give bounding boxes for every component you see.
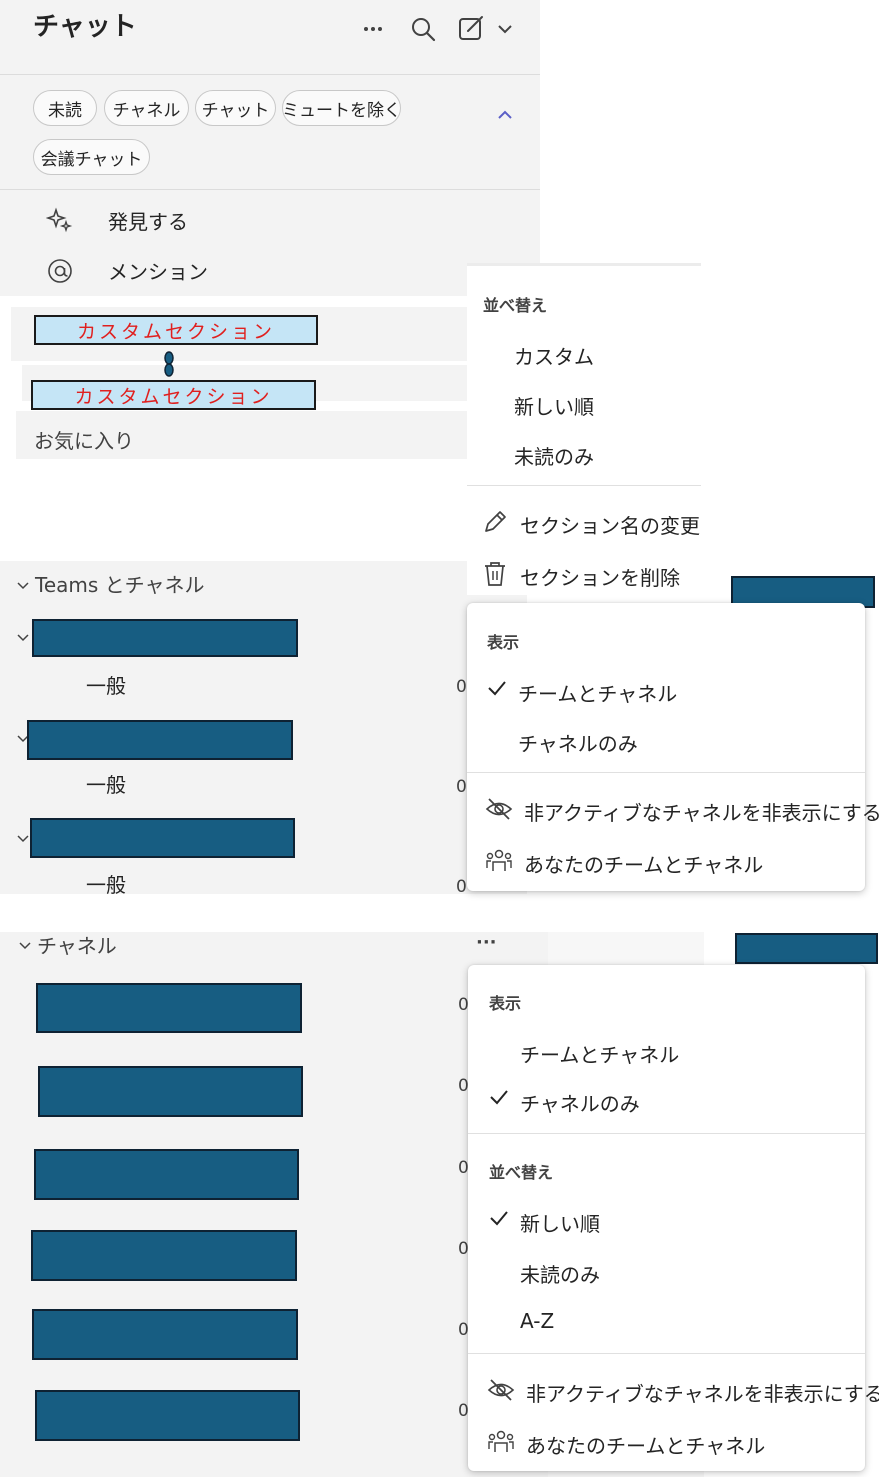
channel-name-redacted[interactable] <box>32 1309 298 1360</box>
channels-menu-divider <box>468 1353 865 1354</box>
nav-discover[interactable]: 発見する <box>108 212 188 232</box>
more-options-icon[interactable] <box>358 14 388 44</box>
trash-icon <box>480 559 510 589</box>
channels-menu-divider <box>468 1133 865 1134</box>
favorites-label[interactable]: お気に入り <box>34 431 134 451</box>
channel-name-redacted[interactable] <box>34 1149 299 1200</box>
filter-meeting-chats[interactable]: 会議チャット <box>33 139 150 175</box>
chevron-down-icon[interactable] <box>494 18 516 40</box>
custom-section-label-1[interactable]: カスタムセクション <box>34 315 318 345</box>
channel-general[interactable]: 一般 <box>86 676 126 696</box>
channels-menu-sort-newest[interactable]: 新しい順 <box>520 1208 600 1237</box>
filter-exclude-muted[interactable]: ミュートを除く <box>282 90 401 126</box>
channels-more-options[interactable]: ··· <box>476 934 497 952</box>
new-chat-icon[interactable] <box>456 13 488 45</box>
channel-name-redacted[interactable] <box>31 1230 297 1281</box>
teams-menu-your-teams[interactable]: あなたのチームとチャネル <box>524 849 763 878</box>
eye-off-icon <box>486 1375 516 1405</box>
channel-name-redacted[interactable] <box>38 1066 303 1117</box>
channels-menu-your-teams[interactable]: あなたのチームとチャネル <box>526 1430 765 1459</box>
connector-dots <box>162 349 176 379</box>
search-icon[interactable] <box>408 14 438 44</box>
checkmark-icon <box>488 1086 510 1108</box>
teams-menu-channels-only[interactable]: チャネルのみ <box>518 728 638 757</box>
eye-off-icon <box>484 794 514 824</box>
checkmark-icon <box>488 1207 510 1229</box>
section-menu-delete[interactable]: セクションを削除 <box>520 562 680 591</box>
channels-menu-teams-and-channels[interactable]: チームとチャネル <box>520 1039 679 1068</box>
at-icon <box>46 257 74 285</box>
channels-section-title[interactable]: チャネル <box>37 936 117 956</box>
people-team-icon <box>486 1427 516 1457</box>
custom-section-label-2[interactable]: カスタムセクション <box>31 380 316 410</box>
teams-section-title[interactable]: Teams とチャネル <box>35 575 204 595</box>
channel-general[interactable]: 一般 <box>86 775 126 795</box>
channels-menu-sort-unread[interactable]: 未読のみ <box>520 1259 600 1288</box>
channel-general[interactable]: 一般 <box>86 875 126 895</box>
channels-menu-hide-inactive[interactable]: 非アクティブなチャネルを非表示にする <box>526 1378 879 1407</box>
page-title: チャット <box>33 12 137 42</box>
section-menu-sort-custom[interactable]: カスタム <box>514 341 594 370</box>
teams-menu-divider <box>467 772 865 773</box>
section-menu-rename[interactable]: セクション名の変更 <box>520 510 700 539</box>
channels-menu-channels-only[interactable]: チャネルのみ <box>520 1088 640 1117</box>
section-menu-divider <box>467 485 701 486</box>
team-name-redacted[interactable] <box>27 720 293 760</box>
unread-count: 0 <box>456 777 467 797</box>
filter-unread[interactable]: 未読 <box>33 90 97 126</box>
team-name-redacted[interactable] <box>30 818 295 858</box>
chevron-down-icon[interactable] <box>16 937 34 955</box>
teams-menu-hide-inactive[interactable]: 非アクティブなチャネルを非表示にする <box>524 797 879 826</box>
checkmark-icon <box>486 677 508 699</box>
channel-name-redacted[interactable] <box>35 1390 300 1441</box>
pencil-icon <box>480 507 510 537</box>
teams-menu-view-header: 表示 <box>487 633 520 652</box>
section-menu-sort-header: 並べ替え <box>483 296 548 315</box>
chevron-up-icon[interactable] <box>494 104 516 126</box>
people-team-icon <box>484 846 514 876</box>
channels-menu-sort-az[interactable]: A-Z <box>520 1309 554 1333</box>
chevron-down-icon[interactable] <box>14 577 32 595</box>
header-divider <box>0 74 540 75</box>
team-name-redacted[interactable] <box>32 619 298 657</box>
unread-count: 0 <box>456 677 467 697</box>
menu-top-edge <box>467 263 701 266</box>
filter-channels[interactable]: チャネル <box>104 90 189 126</box>
channels-menu-sort-header: 並べ替え <box>489 1163 554 1182</box>
redacted-box <box>735 933 878 964</box>
unread-count: 0 <box>456 877 467 897</box>
filters-divider <box>0 189 540 190</box>
teams-menu-teams-and-channels[interactable]: チームとチャネル <box>518 678 677 707</box>
section-menu-sort-unread[interactable]: 未読のみ <box>514 441 594 470</box>
channel-name-redacted[interactable] <box>36 983 302 1033</box>
sparkle-icon <box>45 207 74 235</box>
section-menu-sort-newest[interactable]: 新しい順 <box>514 391 594 420</box>
chevron-down-icon[interactable] <box>14 629 32 647</box>
channels-menu-view-header: 表示 <box>489 994 522 1013</box>
filter-chats[interactable]: チャット <box>195 90 276 126</box>
nav-mentions[interactable]: メンション <box>108 262 208 282</box>
